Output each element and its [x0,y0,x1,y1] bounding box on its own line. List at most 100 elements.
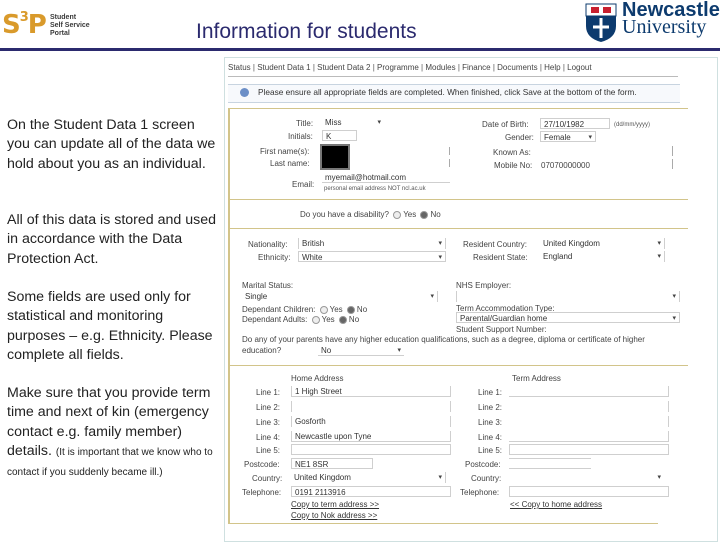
nav-item-help[interactable]: Help [544,63,560,72]
input-edge [449,147,450,155]
nationality-label: Nationality: [248,240,288,249]
home-telephone-input[interactable]: 0191 2113916 [291,486,451,497]
parents-he-select[interactable]: No [318,345,404,356]
nav-divider [228,76,678,77]
nav-item-student-data-1[interactable]: Student Data 1 [257,63,310,72]
radio-yes-label: Yes [321,315,335,324]
mobile-label: Mobile No: [494,161,533,170]
info-paragraph-1: On the Student Data 1 screen you can upd… [7,117,216,172]
resident-state-value: England [543,252,573,261]
nationality-select[interactable]: British [298,238,446,249]
nav-item-finance[interactable]: Finance [462,63,490,72]
home-line4-input[interactable]: Newcastle upon Tyne [291,431,451,442]
logo-sub-line: Self Service [50,22,90,29]
gender-value: Female [544,133,571,142]
home-line2-input[interactable] [291,401,451,412]
term-country-select[interactable] [509,472,664,483]
nav-item-programme[interactable]: Programme [377,63,419,72]
home-line5-label: Line 5: [256,446,281,455]
ethnicity-value: White [302,253,323,262]
term-line4-label: Line 4: [478,433,503,442]
redacted-name-block [320,144,350,170]
term-telephone-label: Telephone: [460,488,500,497]
disability-no-radio[interactable] [420,210,429,219]
copy-to-home-address-link[interactable]: << Copy to home address [510,500,602,509]
info-icon [240,88,249,97]
mobile-value[interactable]: 07070000000 [541,161,590,170]
home-line1-input[interactable]: 1 High Street [291,386,451,397]
first-name-label: First name(s): [260,147,310,156]
resident-country-value: United Kingdom [543,239,600,248]
nav-item-status[interactable]: Status [228,63,251,72]
nhs-employer-select[interactable] [456,291,680,302]
section-divider [228,523,658,524]
term-accommodation-select[interactable]: Parental/Guardian home [456,312,680,323]
university-name-line2: University [622,16,707,38]
known-as-label: Known As: [493,148,531,157]
parents-he-value: No [321,346,332,355]
home-line3-label: Line 3: [256,418,281,427]
home-line3-input[interactable]: Gosforth [291,416,451,427]
nav-item-modules[interactable]: Modules [425,63,455,72]
copy-to-nok-address-link[interactable]: Copy to Nok address >> [291,511,377,520]
disability-yes-label: Yes [403,210,417,219]
section-divider [228,199,688,200]
resident-country-select[interactable]: United Kingdom [540,238,665,249]
nav-item-student-data-2[interactable]: Student Data 2 [317,63,370,72]
disability-yes-radio[interactable] [393,210,402,219]
gender-select[interactable]: Female [540,131,596,142]
info-paragraph-4: Make sure that you provide term time and… [7,384,217,482]
term-line5-input[interactable] [509,444,669,455]
dependant-children-yes-radio[interactable] [319,305,328,314]
home-address-heading: Home Address [291,374,344,383]
radio-no-label: No [348,315,360,324]
ethnicity-select[interactable]: White [298,251,446,262]
title-select[interactable]: Miss [322,117,384,128]
logo-s: S [2,10,21,40]
term-telephone-input[interactable] [509,486,669,497]
nav-item-documents[interactable]: Documents [497,63,537,72]
copy-to-term-address-link[interactable]: Copy to term address >> [291,500,379,509]
dependant-children-no-radio[interactable] [346,305,355,314]
header-divider [0,48,720,51]
disability-no-label: No [430,210,441,219]
logo-sup: 3 [19,10,29,25]
email-input[interactable]: myemail@hotmail.com [322,172,450,183]
s3p-logo-subtitle: Student Self Service Portal [50,14,90,38]
dependant-adults-yes-radio[interactable] [311,315,320,324]
marital-status-value: Single [245,292,268,301]
section-divider [228,108,688,109]
home-line5-input[interactable] [291,444,451,455]
nav-item-logout[interactable]: Logout [567,63,591,72]
student-support-label: Student Support Number: [456,325,547,334]
radio-yes-label: Yes [329,305,343,314]
nhs-employer-label: NHS Employer: [456,281,512,290]
dependant-children-row: Dependant Children: Yes No [242,305,367,314]
term-line1-input[interactable] [509,386,669,397]
input-edge [672,159,673,169]
dob-input[interactable]: 27/10/1982 [540,118,610,129]
gender-label: Gender: [505,133,534,142]
home-line1-label: Line 1: [256,388,281,397]
form-left-border [228,108,230,523]
section-divider [228,365,688,366]
home-postcode-input[interactable]: NE1 8SR [291,458,373,469]
term-line3-input[interactable] [509,416,669,427]
disability-row: Do you have a disability? Yes No [300,210,441,219]
term-postcode-input[interactable] [509,458,591,469]
initials-input[interactable]: K [322,130,357,141]
email-label: Email: [292,180,315,189]
marital-status-select[interactable]: Single [242,291,438,302]
term-line1-label: Line 1: [478,388,503,397]
home-country-select[interactable]: United Kingdom [291,472,446,483]
term-line3-label: Line 3: [478,418,503,427]
known-as-input[interactable] [672,146,673,156]
dependant-adults-no-radio[interactable] [338,315,347,324]
section-divider [228,228,688,229]
resident-state-select[interactable]: England [540,251,665,262]
home-line2-label: Line 2: [256,403,281,412]
info-paragraph-3: Some fields are used only for statistica… [7,289,213,363]
term-line4-input[interactable] [509,431,669,442]
page-title: Information for students [196,20,417,43]
term-line2-input[interactable] [509,401,669,412]
